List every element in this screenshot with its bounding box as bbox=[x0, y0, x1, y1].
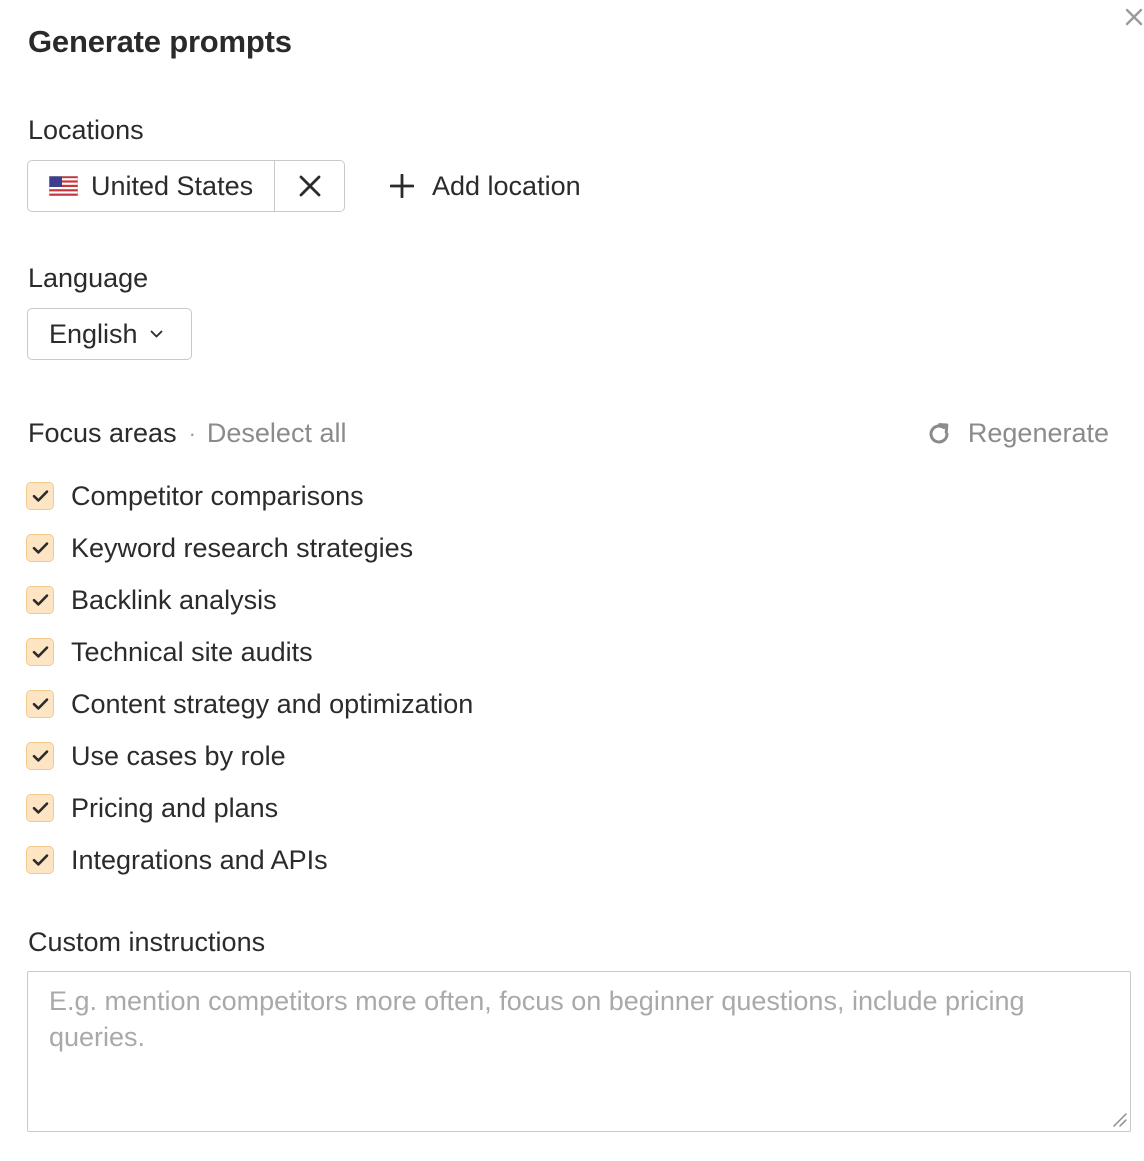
checkbox[interactable] bbox=[26, 534, 54, 562]
focus-area-item[interactable]: Keyword research strategies bbox=[26, 522, 473, 574]
checkmark-icon bbox=[32, 542, 48, 554]
focus-area-label: Content strategy and optimization bbox=[71, 688, 474, 719]
language-select-value: English bbox=[49, 318, 138, 349]
add-location-button[interactable]: Add location bbox=[390, 160, 581, 212]
custom-instructions-label: Custom instructions bbox=[28, 927, 266, 957]
us-flag-icon bbox=[49, 176, 78, 196]
add-location-label: Add location bbox=[432, 170, 581, 201]
focus-areas-label: Focus areas bbox=[28, 418, 177, 448]
checkmark-icon bbox=[32, 646, 48, 658]
focus-area-label: Pricing and plans bbox=[71, 792, 279, 823]
resize-handle-icon[interactable] bbox=[1110, 1110, 1128, 1128]
custom-instructions-input[interactable] bbox=[27, 971, 1131, 1132]
focus-areas-list: Competitor comparisons Keyword research … bbox=[26, 470, 473, 886]
checkbox[interactable] bbox=[26, 742, 54, 770]
language-label: Language bbox=[28, 263, 149, 293]
checkmark-icon bbox=[32, 594, 48, 606]
chevron-down-icon bbox=[150, 330, 162, 337]
focus-area-item[interactable]: Use cases by role bbox=[26, 730, 473, 782]
focus-area-label: Use cases by role bbox=[71, 740, 286, 771]
checkbox[interactable] bbox=[26, 482, 54, 510]
checkbox[interactable] bbox=[26, 846, 54, 874]
focus-area-item[interactable]: Content strategy and optimization bbox=[26, 678, 473, 730]
close-icon bbox=[299, 175, 320, 197]
dialog-title: Generate prompts bbox=[28, 24, 292, 59]
checkbox[interactable] bbox=[26, 638, 54, 666]
focus-area-item[interactable]: Backlink analysis bbox=[26, 574, 473, 626]
location-chip: United States bbox=[27, 160, 346, 212]
locations-label: Locations bbox=[28, 115, 144, 145]
checkbox[interactable] bbox=[26, 794, 54, 822]
focus-area-label: Competitor comparisons bbox=[71, 480, 364, 511]
focus-area-label: Keyword research strategies bbox=[71, 532, 414, 563]
focus-area-item[interactable]: Competitor comparisons bbox=[26, 470, 473, 522]
focus-areas-header: Focus areas · Deselect all bbox=[28, 418, 346, 449]
close-icon bbox=[1125, 8, 1143, 26]
checkbox[interactable] bbox=[26, 690, 54, 718]
close-button[interactable] bbox=[1122, 2, 1144, 32]
focus-area-item[interactable]: Technical site audits bbox=[26, 626, 473, 678]
checkmark-icon bbox=[32, 854, 48, 866]
language-select[interactable]: English bbox=[27, 308, 192, 360]
generate-prompts-dialog: Generate prompts Locations United States bbox=[0, 0, 1144, 1161]
regenerate-label: Regenerate bbox=[967, 418, 1109, 448]
focus-area-label: Backlink analysis bbox=[71, 584, 277, 615]
separator-dot: · bbox=[188, 420, 196, 446]
focus-area-item[interactable]: Integrations and APIs bbox=[26, 834, 473, 886]
location-chip-body: United States bbox=[28, 161, 274, 211]
deselect-all-link[interactable]: Deselect all bbox=[207, 418, 347, 449]
checkbox[interactable] bbox=[26, 586, 54, 614]
checkmark-icon bbox=[32, 698, 48, 710]
focus-area-label: Integrations and APIs bbox=[71, 844, 328, 875]
refresh-icon bbox=[929, 422, 949, 443]
regenerate-button[interactable]: Regenerate bbox=[926, 418, 1109, 449]
checkmark-icon bbox=[32, 750, 48, 762]
remove-location-button[interactable] bbox=[274, 161, 344, 211]
focus-area-label: Technical site audits bbox=[71, 636, 313, 667]
checkmark-icon bbox=[32, 490, 48, 502]
checkmark-icon bbox=[32, 802, 48, 814]
plus-icon bbox=[390, 174, 414, 198]
location-chip-label: United States bbox=[91, 170, 254, 201]
focus-area-item[interactable]: Pricing and plans bbox=[26, 782, 473, 834]
